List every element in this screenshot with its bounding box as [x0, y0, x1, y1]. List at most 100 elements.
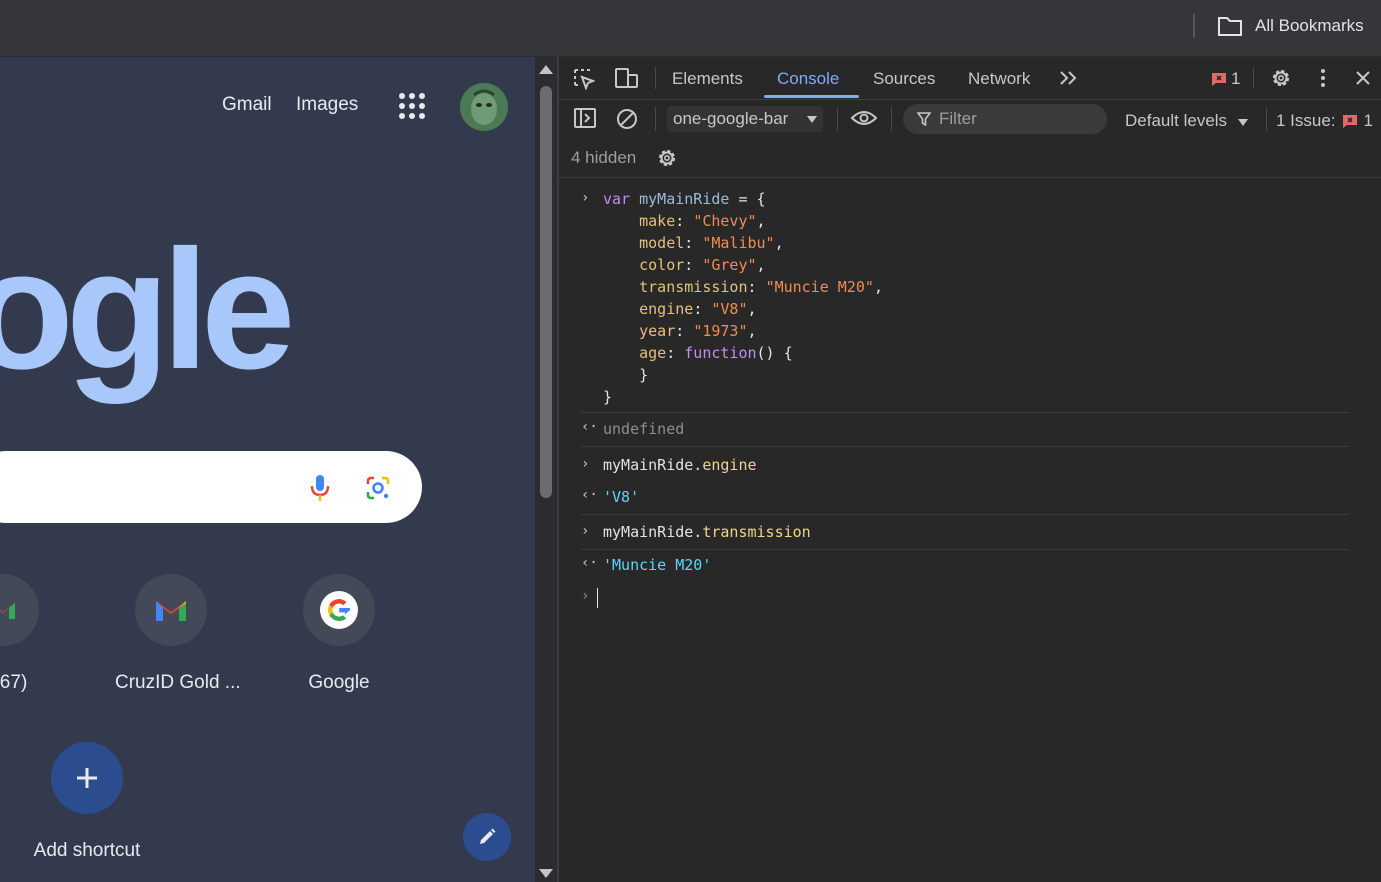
account-avatar[interactable] — [460, 83, 508, 131]
search-box[interactable] — [0, 451, 422, 523]
voice-search-icon[interactable] — [310, 473, 330, 503]
gmail-link[interactable]: Gmail — [222, 94, 272, 116]
gmail-icon — [0, 603, 15, 619]
console-input-entry: › myMainRide.transmission — [581, 521, 1349, 551]
error-icon — [1342, 115, 1357, 128]
sidebar-toggle-icon[interactable] — [573, 107, 597, 129]
hidden-count: 4 hidden — [571, 148, 637, 167]
console-input-entry: › var myMainRide = { make: "Chevy", mode… — [581, 188, 1349, 413]
console-toolbar: one-google-bar Filter Default levels 1 I… — [559, 99, 1381, 139]
avatar-image — [460, 83, 508, 131]
issues-button[interactable]: 1 Issue: 1 — [1276, 111, 1373, 131]
shortcut-icon — [0, 574, 39, 646]
google-logo: ogle — [0, 215, 295, 405]
scrollbar-thumb[interactable] — [540, 86, 552, 498]
issues-label: 1 Issue: — [1276, 111, 1336, 130]
console-code: myMainRide.transmission — [603, 523, 811, 541]
tab-separator — [1253, 67, 1254, 89]
output-value: 'Muncie M20' — [603, 556, 712, 574]
google-g-icon — [327, 599, 350, 622]
console-output-entry: ‹· 'V8' — [581, 482, 1349, 515]
google-apps-icon[interactable] — [399, 93, 425, 119]
filter-placeholder: Filter — [939, 109, 977, 128]
close-icon[interactable] — [1355, 70, 1371, 86]
toolbar-separator — [655, 107, 656, 131]
scroll-down-arrow-icon[interactable] — [539, 869, 553, 878]
tab-separator — [655, 67, 656, 89]
add-shortcut-label: Add shortcut — [33, 840, 141, 861]
tab-network[interactable]: Network — [968, 69, 1030, 89]
google-lens-icon[interactable] — [365, 475, 391, 501]
plus-icon — [77, 768, 97, 788]
shortcut-label: CruzID Gold ... — [115, 672, 241, 693]
browser-toolbar: All Bookmarks — [0, 0, 1381, 57]
hidden-messages-row: 4 hidden — [559, 139, 1381, 178]
active-tab-indicator — [764, 95, 859, 98]
add-shortcut-button[interactable]: Add shortcut — [31, 742, 143, 862]
output-value: undefined — [603, 420, 685, 438]
input-prompt-icon: › — [581, 190, 590, 206]
chevron-down-icon — [1237, 119, 1248, 126]
error-counter[interactable]: 1 — [1211, 69, 1240, 89]
all-bookmarks-label: All Bookmarks — [1255, 16, 1364, 35]
console-prompt-line[interactable]: › — [581, 588, 1349, 618]
input-prompt-icon: › — [581, 456, 590, 472]
error-icon — [1212, 73, 1226, 86]
log-levels-dropdown[interactable]: Default levels — [1125, 111, 1248, 131]
images-link[interactable]: Images — [296, 94, 358, 116]
live-expression-eye-icon[interactable] — [850, 109, 878, 127]
shortcut-label: Google — [308, 672, 370, 693]
console-input-entry: › myMainRide.engine — [581, 454, 1349, 484]
shortcut-label: x (67) — [0, 672, 28, 693]
scroll-up-arrow-icon[interactable] — [539, 65, 553, 74]
log-levels-label: Default levels — [1125, 111, 1228, 130]
output-prompt-icon: ‹· — [581, 555, 598, 571]
toolbar-separator — [891, 107, 892, 131]
page-scrollbar[interactable] — [535, 57, 557, 882]
output-value: 'V8' — [603, 488, 640, 506]
shortcut-cruzid[interactable]: CruzID Gold ... — [115, 574, 241, 694]
console-code: myMainRide.engine — [603, 456, 757, 474]
folder-icon — [1218, 17, 1242, 36]
device-toolbar-icon[interactable] — [614, 67, 640, 89]
output-prompt-icon: ‹· — [581, 419, 598, 435]
shortcut-icon — [303, 574, 375, 646]
chevron-down-icon — [807, 116, 817, 123]
clear-console-icon[interactable] — [615, 107, 639, 131]
error-count: 1 — [1231, 69, 1241, 88]
toolbar-separator — [1266, 107, 1267, 131]
shortcut-google[interactable]: Google — [283, 574, 395, 694]
add-shortcut-circle — [51, 742, 123, 814]
input-prompt-icon: › — [581, 523, 590, 539]
more-tabs-chevron-icon[interactable] — [1059, 70, 1079, 86]
context-label: one-google-bar — [673, 109, 789, 128]
devtools-panel: Elements Console Sources Network 1 one-g… — [557, 57, 1381, 882]
all-bookmarks-button[interactable]: All Bookmarks — [1217, 12, 1364, 40]
toolbar-separator — [837, 107, 838, 131]
inspect-element-icon[interactable] — [573, 68, 595, 90]
filter-funnel-icon — [917, 112, 931, 126]
toolbar-separator — [1193, 14, 1195, 38]
gmail-icon — [156, 601, 186, 621]
issues-count: 1 — [1363, 111, 1374, 130]
shortcut-inbox[interactable]: x (67) — [0, 574, 59, 694]
tab-console[interactable]: Console — [777, 69, 839, 89]
shortcut-icon — [135, 574, 207, 646]
tab-elements[interactable]: Elements — [672, 69, 743, 89]
console-output-entry: ‹· 'Muncie M20' — [581, 549, 1349, 582]
settings-gear-icon[interactable] — [1270, 67, 1292, 89]
context-selector[interactable]: one-google-bar — [667, 106, 823, 132]
text-cursor — [597, 588, 598, 608]
devtools-tab-bar: Elements Console Sources Network 1 — [559, 57, 1381, 100]
console-code: var myMainRide = { make: "Chevy", model:… — [603, 190, 883, 406]
console-output-entry: ‹· undefined — [581, 412, 1349, 447]
more-options-icon[interactable] — [1319, 68, 1327, 88]
pencil-icon — [480, 828, 496, 844]
filter-input[interactable]: Filter — [903, 104, 1107, 134]
console-settings-gear-icon[interactable] — [656, 147, 678, 169]
customize-button[interactable] — [463, 813, 511, 861]
tab-sources[interactable]: Sources — [873, 69, 935, 89]
output-prompt-icon: ‹· — [581, 487, 598, 503]
input-prompt-icon: › — [581, 588, 590, 604]
new-tab-page: Gmail Images ogle 67) CruzID Gold ... Go… — [0, 57, 535, 882]
